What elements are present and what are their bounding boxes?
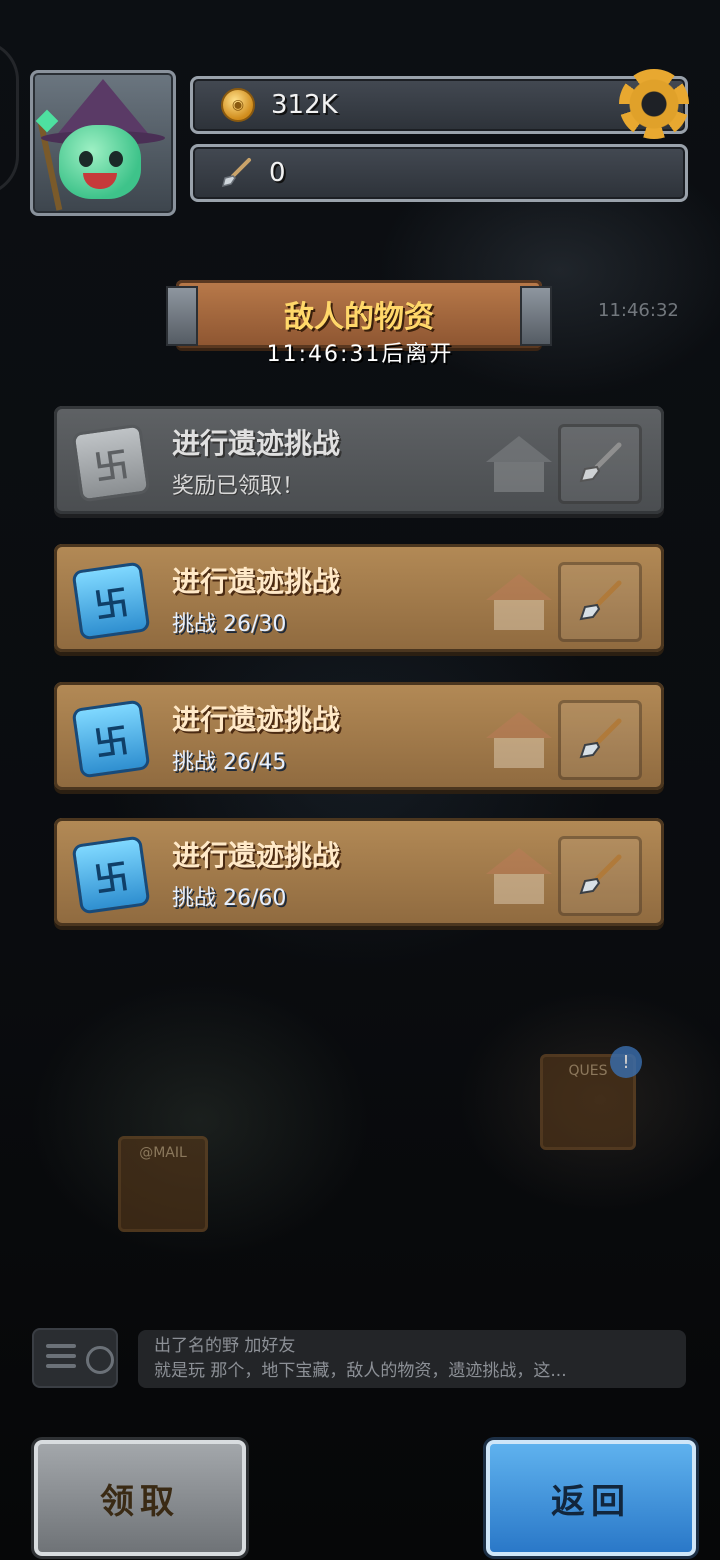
settings-gear-icon[interactable]	[619, 69, 689, 139]
event-title: 敌人的物资	[284, 300, 434, 335]
dig-shovel-button[interactable]	[558, 700, 642, 780]
challenge-title: 进行遗迹挑战	[172, 839, 341, 872]
ruin-house-icon	[486, 848, 552, 904]
coin-icon: ◉	[221, 88, 255, 122]
mail-building: @MAIL	[118, 1136, 208, 1232]
shovel-count: 0	[269, 158, 286, 188]
ruin-house-icon	[486, 574, 552, 630]
claim-button[interactable]: 领取	[34, 1440, 246, 1556]
rune-stone-icon: 卐	[71, 561, 151, 641]
ruin-house-icon	[486, 712, 552, 768]
challenge-progress: 挑战 26/60	[172, 886, 287, 911]
rune-stone-icon: 卐	[71, 835, 151, 915]
gold-bar: ◉ 312K	[190, 69, 689, 139]
shovel-icon	[579, 718, 622, 759]
map-timer: 11:46:32	[598, 300, 679, 321]
eye-left	[79, 151, 93, 167]
shovel-bar: 0	[190, 144, 688, 202]
challenge-card[interactable]: 卐 进行遗迹挑战 奖励已领取！	[54, 406, 664, 514]
rune-stone-icon: 卐	[71, 423, 151, 503]
player-avatar[interactable]	[30, 70, 176, 216]
dig-shovel-button[interactable]	[558, 424, 642, 504]
challenge-card[interactable]: 卐 进行遗迹挑战 挑战 26/30	[54, 544, 664, 652]
mail-label: @MAIL	[139, 1145, 187, 1161]
challenge-title: 进行遗迹挑战	[172, 565, 341, 598]
chat-preview[interactable]: 出了名的野 加好友 就是玩 那个，地下宝藏，敌人的物资，遗迹挑战，这...	[138, 1330, 686, 1388]
rune-stone-icon: 卐	[71, 699, 151, 779]
event-timer: 11:46:31后离开	[266, 342, 454, 367]
info-badge-icon: !	[610, 1046, 642, 1078]
challenge-title: 进行遗迹挑战	[172, 703, 341, 736]
eye-right	[109, 151, 123, 167]
dig-shovel-button[interactable]	[558, 836, 642, 916]
challenge-progress: 挑战 26/45	[172, 750, 287, 775]
chat-line: 就是玩 那个，地下宝藏，敌人的物资，遗迹挑战，这...	[154, 1361, 567, 1381]
shovel-icon	[579, 442, 622, 483]
shovel-icon	[579, 580, 622, 621]
challenge-title: 进行遗迹挑战	[172, 427, 341, 460]
challenge-status: 奖励已领取！	[172, 474, 305, 499]
gold-amount: 312K	[271, 90, 338, 120]
shovel-icon	[579, 854, 622, 895]
chat-line: 出了名的野 加好友	[154, 1336, 296, 1356]
back-button[interactable]: 返回	[486, 1440, 696, 1556]
challenge-card[interactable]: 卐 进行遗迹挑战 挑战 26/45	[54, 682, 664, 790]
challenge-card[interactable]: 卐 进行遗迹挑战 挑战 26/60	[54, 818, 664, 926]
chat-button[interactable]	[32, 1328, 118, 1388]
dig-shovel-button[interactable]	[558, 562, 642, 642]
ruin-house-icon	[486, 436, 552, 492]
challenge-progress: 挑战 26/30	[172, 612, 287, 637]
chat-icon	[86, 1346, 114, 1374]
shovel-icon	[219, 156, 253, 190]
